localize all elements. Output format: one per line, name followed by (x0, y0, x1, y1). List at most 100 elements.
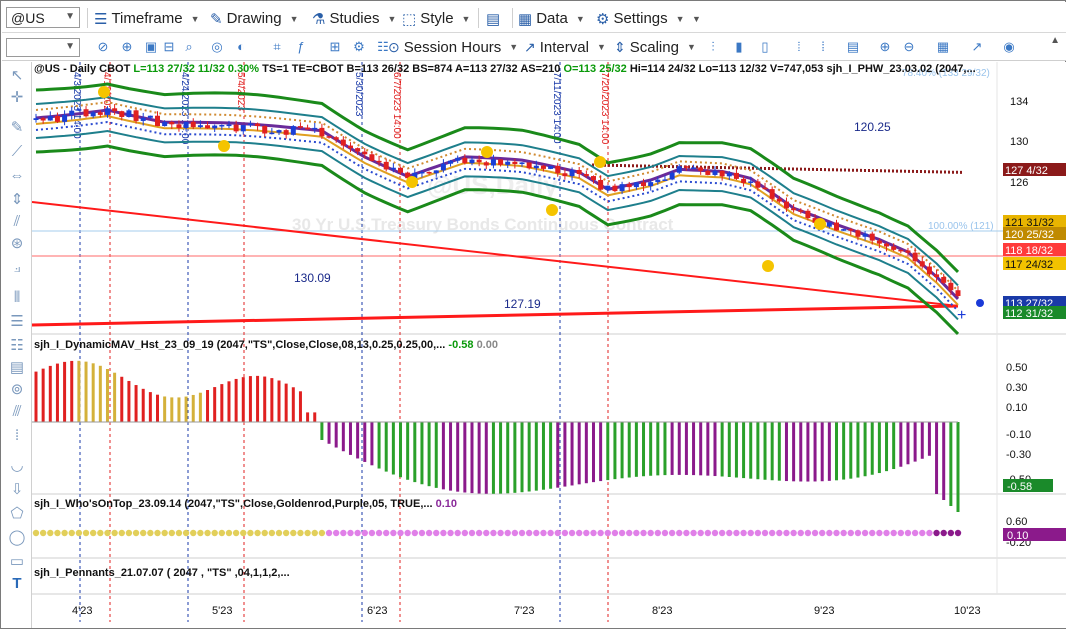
whos-on-top-dot (583, 529, 590, 537)
candle-body (733, 172, 739, 179)
indicator1-tick: -0.30 (1006, 449, 1031, 461)
pitchfork-tool-icon[interactable]: ⦀ (7, 288, 27, 308)
indicator1-value2: 0.00 (476, 339, 498, 351)
insert-icon[interactable]: ⊞ (326, 39, 344, 55)
whos-on-top-dot (111, 529, 118, 537)
whos-on-top-dot (611, 529, 619, 537)
pen-tool-icon[interactable]: ✎ (7, 118, 27, 138)
ellipse-tool-icon[interactable]: ◯ (7, 528, 27, 548)
circle-tool-icon[interactable]: ⊚ (7, 380, 27, 400)
interval-menu[interactable]: ↗ Interval ▼ (524, 37, 606, 57)
whos-on-top-dot (447, 529, 454, 537)
timeframe-menu[interactable]: ☰ Timeframe ▼ (94, 8, 200, 29)
histogram-bar (863, 422, 867, 477)
candlestick-icon[interactable]: ▮ (730, 39, 748, 55)
window-layout-button[interactable]: ▤ (486, 8, 500, 29)
whos-on-top-dot (304, 529, 311, 537)
whos-on-top-dot (354, 529, 361, 537)
dot-chart-icon[interactable]: ⁞ (814, 39, 832, 55)
grid-tool-icon[interactable]: ▤ (7, 358, 27, 378)
whos-on-top-dot (232, 529, 240, 537)
pivot-dot (546, 204, 558, 216)
channel-tool-icon[interactable]: ⫽ (7, 212, 27, 232)
histogram-bar (341, 422, 345, 452)
whos-on-top-dot (947, 529, 955, 537)
symbol-line: @US - Daily CBOT (34, 63, 131, 75)
drawing-menu[interactable]: ✎ Drawing ▼ (210, 8, 299, 29)
marker-tool-icon[interactable]: ⬠ (7, 504, 27, 524)
rectangle-tool-icon[interactable]: ▭ (7, 552, 27, 572)
gear-small-icon[interactable]: ⚙ (350, 39, 368, 55)
cycle-tool-icon[interactable]: ⦙ (7, 426, 27, 446)
trendline-tool-icon[interactable]: ⟋ (7, 142, 27, 162)
arrow-tool-icon[interactable]: ⇩ (7, 480, 27, 500)
horizontal-line-icon[interactable]: ⇔ (7, 166, 27, 186)
fib-tool-icon[interactable]: ☰ (7, 312, 27, 332)
whos-on-top-dot (911, 529, 919, 537)
palette-icon[interactable]: ◐ (232, 39, 250, 55)
whos-on-top-dot (68, 529, 75, 537)
grid-icon[interactable]: ▣ (142, 39, 160, 55)
session-hours-menu[interactable]: ⊙ Session Hours ▼ (388, 37, 518, 57)
histogram-bar (55, 363, 59, 422)
studies-menu[interactable]: ⚗ Studies ▼ (312, 8, 396, 29)
histogram-bar (577, 422, 581, 485)
cursor-icon[interactable]: ⊘ (94, 39, 112, 55)
arc-tool-icon[interactable]: ◡ (7, 456, 27, 476)
histogram-bar (263, 376, 267, 422)
interval-label: Interval (539, 38, 589, 56)
candle-body (355, 148, 361, 152)
link-icon[interactable]: ⊟ (160, 39, 178, 55)
calendar-icon[interactable]: ▦ (934, 39, 952, 55)
crosshair-icon[interactable]: ⊕ (118, 39, 136, 55)
whos-on-top-dot (490, 529, 497, 537)
whos-on-top-dot (883, 529, 890, 537)
pointer-tool-icon[interactable]: ↖ (7, 66, 27, 86)
workspace-select[interactable]: ▼ (6, 38, 80, 57)
vertical-line-icon[interactable]: ⇕ (7, 190, 27, 210)
settings-menu[interactable]: ⚙ Settings ▼ (596, 8, 685, 29)
histogram-bar (784, 422, 788, 482)
scaling-menu[interactable]: ⇕ Scaling ▼ (614, 37, 696, 57)
histogram-bar (813, 422, 817, 482)
crosshair-tool-icon[interactable]: ✛ (7, 88, 27, 108)
layout-icon[interactable]: ▤ (844, 39, 862, 55)
zoom-in-icon[interactable]: ⊕ (876, 39, 894, 55)
histogram-bar (198, 392, 202, 422)
histogram-bar (420, 422, 424, 485)
trend-icon[interactable]: ↗ (968, 39, 986, 55)
bar-chart-type-icon[interactable]: ⫶ (704, 39, 722, 55)
date-marker-label: 6/7/2023 14:00 (391, 72, 402, 139)
data-menu[interactable]: ▦ Data ▼ (518, 8, 585, 29)
drawing-label: Drawing (226, 10, 282, 27)
candle-body (469, 159, 475, 164)
speed-line-icon[interactable]: ⫻ (7, 402, 27, 422)
style-menu[interactable]: ⬚ Style ▼ (402, 8, 470, 29)
chart-icon[interactable]: ⌗ (268, 39, 286, 55)
bars-ohlc-icon[interactable]: ⦙ (790, 39, 808, 55)
candle-body (476, 159, 482, 163)
scroll-up-icon[interactable]: ▲ (1050, 35, 1060, 46)
histogram-bar (956, 422, 960, 512)
histogram-bar (877, 422, 881, 474)
histogram-bar (456, 422, 460, 492)
toolbar-overflow[interactable]: ▼ (688, 8, 701, 29)
histogram-bar (48, 365, 52, 422)
histogram-bar (885, 422, 889, 472)
ruler-tool-icon[interactable]: ⟓ (7, 258, 27, 278)
eye-icon[interactable]: ◉ (1000, 39, 1018, 55)
candle-body (583, 174, 589, 177)
candle-body (126, 110, 132, 118)
gann-tool-icon[interactable]: ⊛ (7, 234, 27, 254)
fib-ext-tool-icon[interactable]: ☷ (7, 336, 27, 356)
formula-icon[interactable]: ƒ (292, 39, 310, 55)
symbol-input[interactable]: @US ▼ (6, 7, 80, 28)
hollow-candle-icon[interactable]: ▯ (756, 39, 774, 55)
zoom-icon[interactable]: ⌕ (180, 39, 198, 55)
refresh-icon[interactable]: ◎ (208, 39, 226, 55)
indicator1-header: sjh_I_DynamicMAV_Hst_23_09_19 (2047,"TS"… (34, 339, 498, 351)
text-tool-icon[interactable]: T (7, 574, 27, 594)
zoom-out-icon[interactable]: ⊖ (900, 39, 918, 55)
indicator2-name: sjh_I_Who'sOnTop_23.09.14 (2047,"TS",Clo… (34, 498, 433, 510)
candle-body (176, 124, 182, 129)
